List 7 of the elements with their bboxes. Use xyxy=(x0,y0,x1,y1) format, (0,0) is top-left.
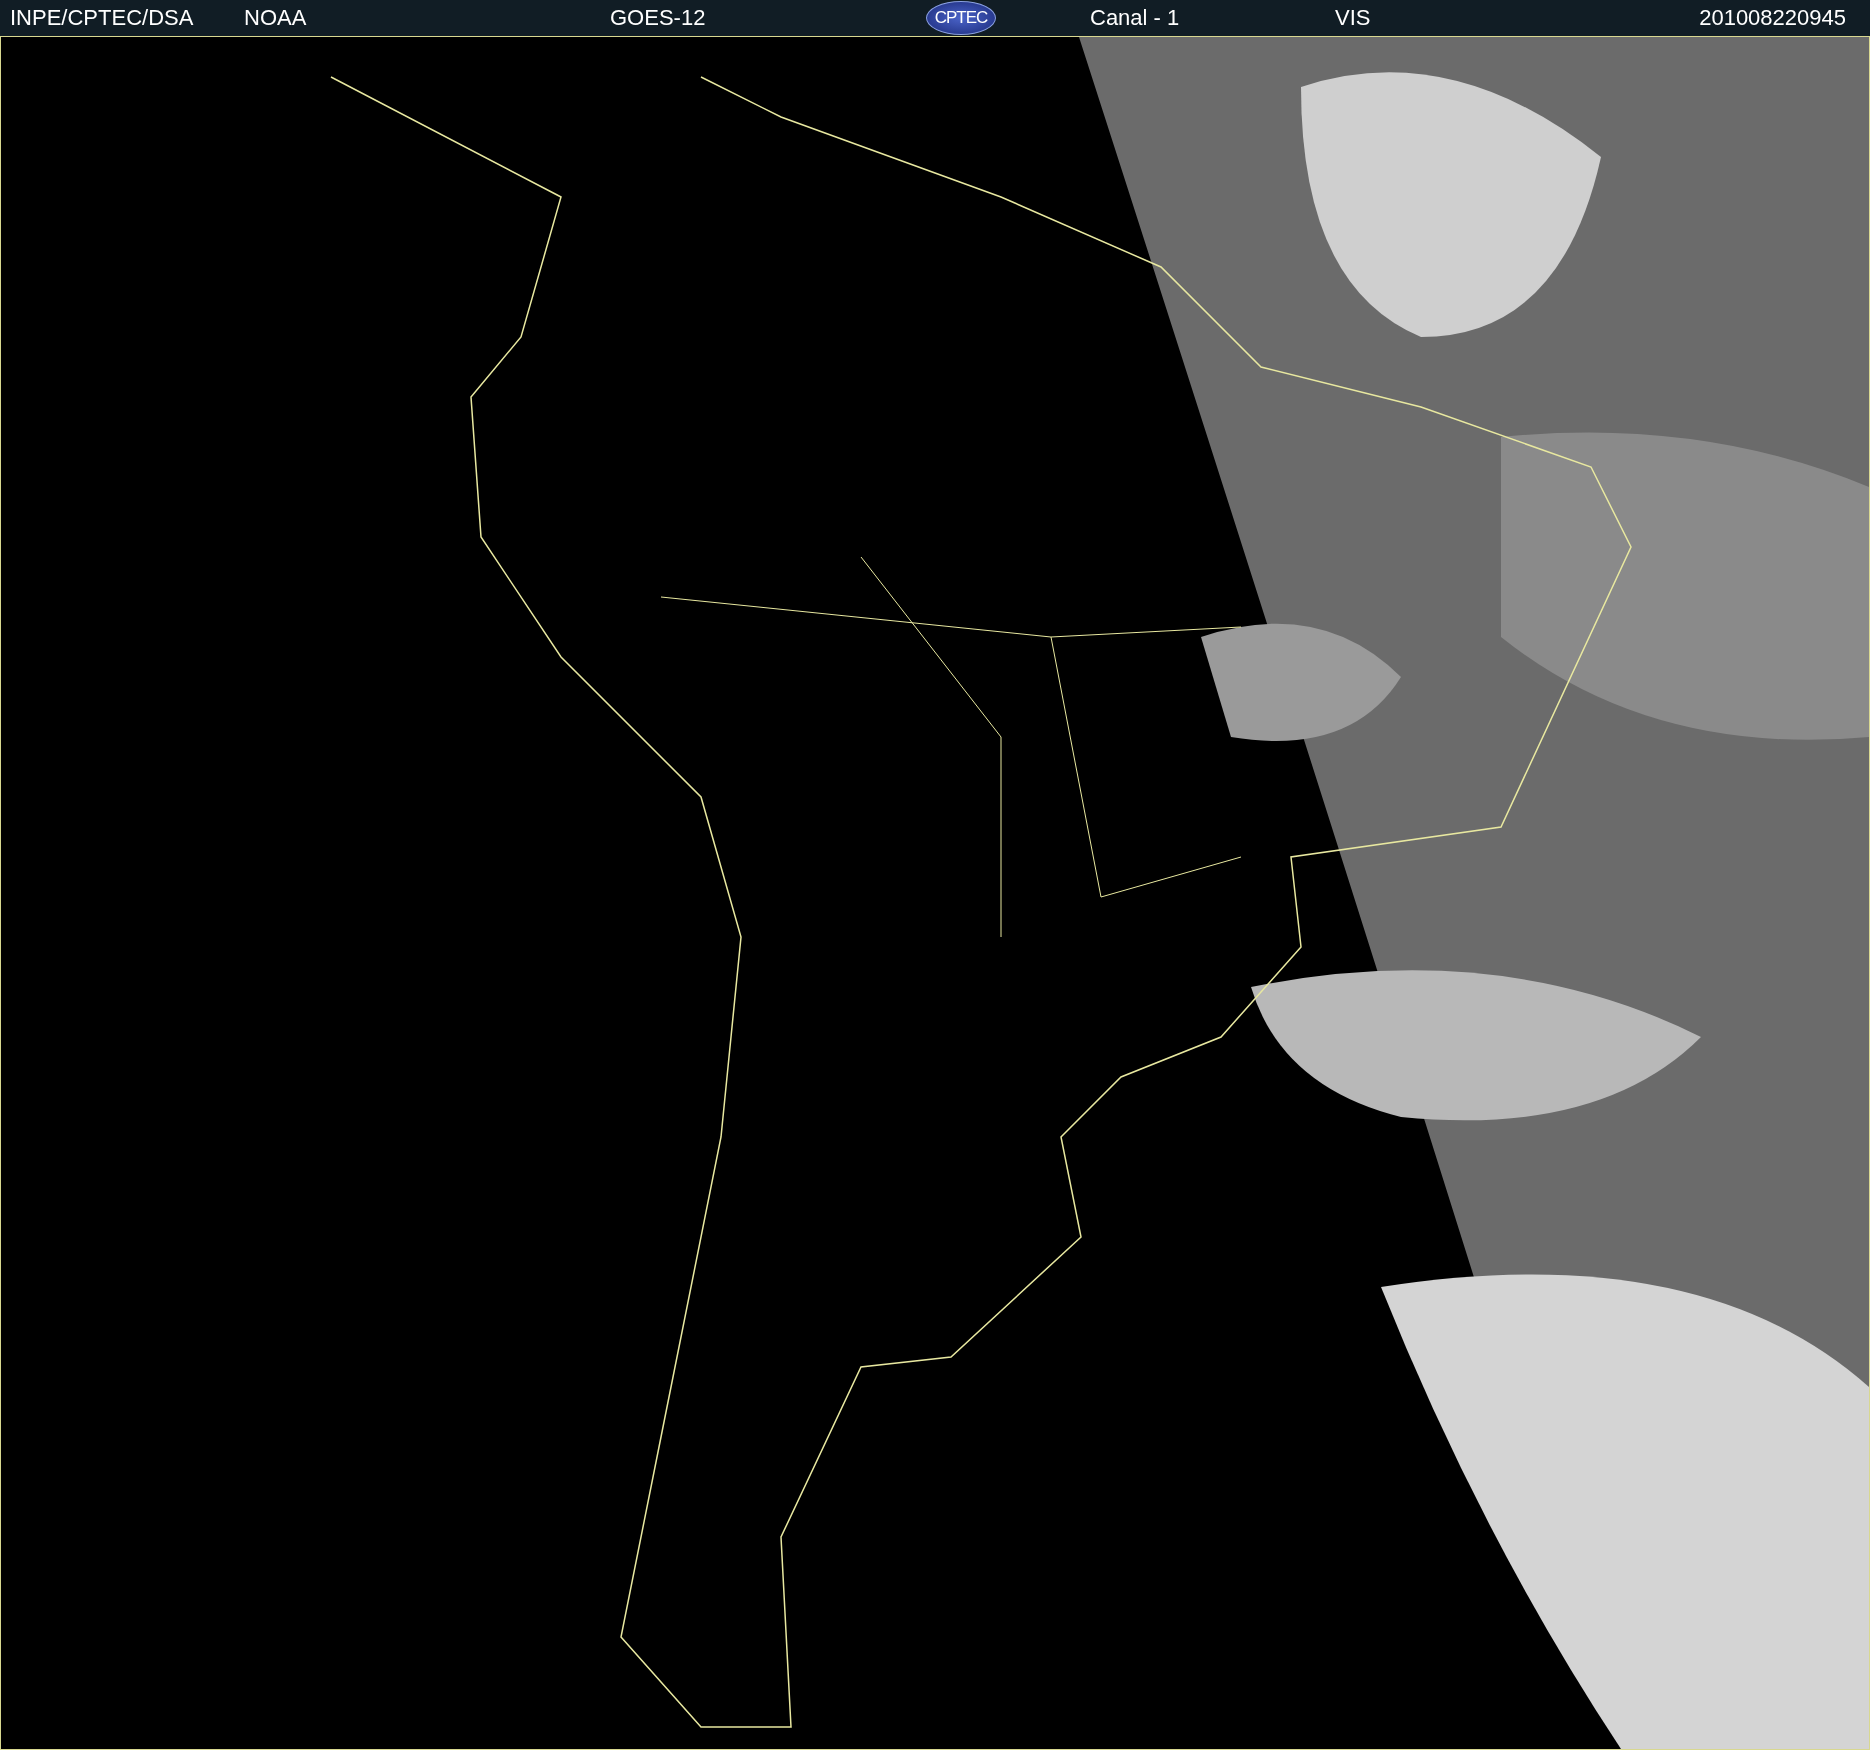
channel-label: Canal - 1 xyxy=(1090,5,1180,31)
source-label: NOAA xyxy=(244,5,307,31)
band-label: VIS xyxy=(1335,5,1371,31)
logo: CPTEC xyxy=(926,1,996,35)
timestamp-label: 201008220945 xyxy=(1699,5,1846,31)
satellite-label: GOES-12 xyxy=(610,5,706,31)
agency-label: INPE/CPTEC/DSA xyxy=(10,5,194,31)
